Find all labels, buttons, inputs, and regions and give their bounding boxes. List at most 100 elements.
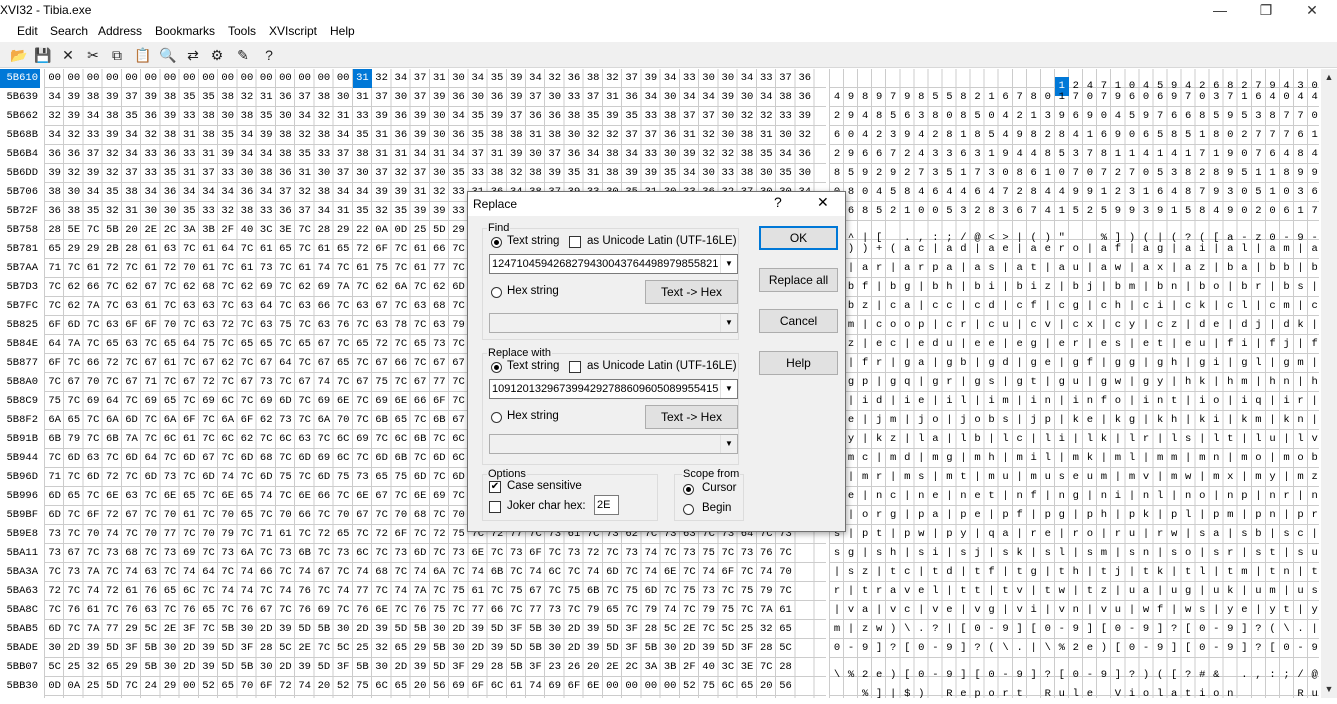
ascii-char[interactable]: 5 — [1055, 145, 1069, 164]
hex-byte[interactable]: 36 — [622, 88, 641, 107]
hex-byte[interactable]: 37 — [699, 107, 718, 126]
ascii-char[interactable]: l — [1041, 449, 1055, 468]
ascii-char[interactable]: u — [999, 468, 1013, 487]
ascii-char[interactable]: t — [1097, 563, 1111, 582]
ascii-char[interactable]: 5 — [942, 164, 956, 183]
ascii-char[interactable]: | — [1097, 525, 1111, 544]
hex-byte[interactable]: 33 — [641, 145, 660, 164]
ascii-char[interactable]: 2 — [900, 164, 914, 183]
ascii-char[interactable]: d — [1280, 316, 1294, 335]
ascii-char[interactable]: 2 — [1111, 164, 1125, 183]
ascii-char[interactable]: | — [1041, 487, 1055, 506]
ascii-char[interactable]: 1 — [1265, 183, 1279, 202]
hex-byte[interactable]: 6D — [83, 468, 102, 487]
hex-byte[interactable]: 5D — [603, 639, 622, 658]
hex-byte[interactable]: 6B — [103, 430, 122, 449]
ascii-char[interactable]: 9 — [872, 88, 886, 107]
ascii-char[interactable]: ] — [1237, 639, 1251, 658]
ascii-char[interactable]: r — [872, 582, 886, 601]
ascii-char[interactable]: 2 — [1041, 126, 1055, 145]
ascii-char[interactable]: 6 — [830, 126, 844, 145]
ascii-char[interactable]: 1 — [985, 145, 999, 164]
hex-byte[interactable]: 2C — [160, 221, 179, 240]
hex-byte[interactable]: 7C — [661, 544, 680, 563]
ascii-char[interactable]: 2 — [1111, 183, 1125, 202]
ascii-char[interactable]: m — [970, 449, 984, 468]
ascii-char[interactable]: 7 — [1181, 88, 1195, 107]
hex-byte[interactable]: 67 — [314, 335, 333, 354]
ascii-char[interactable]: a — [858, 601, 872, 620]
ascii-char[interactable]: | — [942, 487, 956, 506]
hex-byte[interactable]: 39 — [103, 88, 122, 107]
hex-byte[interactable]: 69 — [257, 278, 276, 297]
hex-byte[interactable]: 7C — [410, 449, 429, 468]
ascii-char[interactable] — [1041, 69, 1055, 88]
hex-byte[interactable]: 28 — [122, 240, 141, 259]
ascii-char[interactable]: 9 — [1223, 164, 1237, 183]
ascii-char[interactable]: u — [1308, 685, 1322, 704]
ascii-char[interactable]: v — [886, 601, 900, 620]
hex-byte[interactable]: 35 — [83, 202, 102, 221]
ascii-char[interactable]: 1 — [1209, 145, 1223, 164]
hex-byte[interactable]: 34 — [237, 126, 256, 145]
ascii-char[interactable]: m — [1280, 297, 1294, 316]
hex-byte[interactable]: 70 — [83, 373, 102, 392]
hex-byte[interactable]: 00 — [160, 69, 179, 88]
hex-byte[interactable]: 6D — [64, 449, 83, 468]
ascii-char[interactable]: d — [1237, 316, 1251, 335]
script-icon[interactable]: ✎ — [232, 44, 254, 66]
hex-byte[interactable]: 6B — [372, 411, 391, 430]
hex-byte[interactable]: 64 — [180, 335, 199, 354]
ascii-char[interactable]: 9 — [1308, 639, 1322, 658]
hex-byte[interactable]: 5B — [526, 639, 545, 658]
ascii-char[interactable]: 5 — [1097, 202, 1111, 221]
ascii-char[interactable]: i — [1209, 354, 1223, 373]
ascii-char[interactable]: | — [1209, 240, 1223, 259]
hex-byte[interactable]: 0A — [64, 677, 83, 696]
ascii-char[interactable]: n — [1280, 563, 1294, 582]
hex-byte[interactable]: 38 — [353, 145, 372, 164]
ascii-char[interactable]: a — [1097, 259, 1111, 278]
hex-byte[interactable]: 6C — [218, 392, 237, 411]
ascii-char[interactable]: o — [928, 411, 942, 430]
ascii-char[interactable]: j — [1083, 278, 1097, 297]
hex-byte[interactable]: 7C — [334, 335, 353, 354]
hex-byte[interactable]: 6B — [391, 449, 410, 468]
ascii-char[interactable]: j — [956, 411, 970, 430]
hex-byte[interactable]: 5B — [103, 221, 122, 240]
hex-byte[interactable]: 7C — [564, 563, 583, 582]
hex-byte[interactable]: 7C — [545, 544, 564, 563]
hex-byte[interactable]: 5C — [45, 658, 64, 677]
hex-byte[interactable]: 6E — [160, 487, 179, 506]
hex-byte[interactable]: 31 — [180, 126, 199, 145]
hex-byte[interactable]: 6B — [584, 582, 603, 601]
ascii-char[interactable]: m — [1195, 449, 1209, 468]
ascii-char[interactable]: | — [985, 582, 999, 601]
ascii-char[interactable]: | — [1125, 373, 1139, 392]
hex-byte[interactable]: 79 — [218, 525, 237, 544]
hex-byte[interactable]: 74 — [641, 563, 660, 582]
hex-byte[interactable]: 63 — [295, 430, 314, 449]
hex-byte[interactable]: 32 — [64, 164, 83, 183]
ascii-char[interactable]: | — [928, 392, 942, 411]
ascii-char[interactable]: 9 — [1223, 107, 1237, 126]
ascii-char[interactable]: 4 — [1027, 145, 1041, 164]
hex-byte[interactable]: 75 — [199, 335, 218, 354]
hex-byte[interactable]: 65 — [353, 335, 372, 354]
ascii-char[interactable]: | — [1055, 449, 1069, 468]
hex-byte[interactable]: 65 — [103, 658, 122, 677]
ascii-char[interactable]: p — [928, 259, 942, 278]
ascii-char[interactable]: l — [1167, 430, 1181, 449]
hex-byte[interactable]: 33 — [180, 107, 199, 126]
ascii-char[interactable]: m — [858, 468, 872, 487]
ascii-char[interactable]: m — [1265, 582, 1279, 601]
ascii-char[interactable]: 3 — [1223, 183, 1237, 202]
hex-byte[interactable]: 6C — [353, 544, 372, 563]
hex-byte[interactable]: 63 — [257, 316, 276, 335]
hex-byte[interactable]: 75 — [507, 582, 526, 601]
ascii-char[interactable]: | — [1251, 259, 1265, 278]
ascii-char[interactable]: 0 — [1237, 202, 1251, 221]
ascii-char[interactable]: c — [942, 316, 956, 335]
ascii-char[interactable]: 6 — [1125, 88, 1139, 107]
hex-byte[interactable]: 31 — [430, 69, 449, 88]
